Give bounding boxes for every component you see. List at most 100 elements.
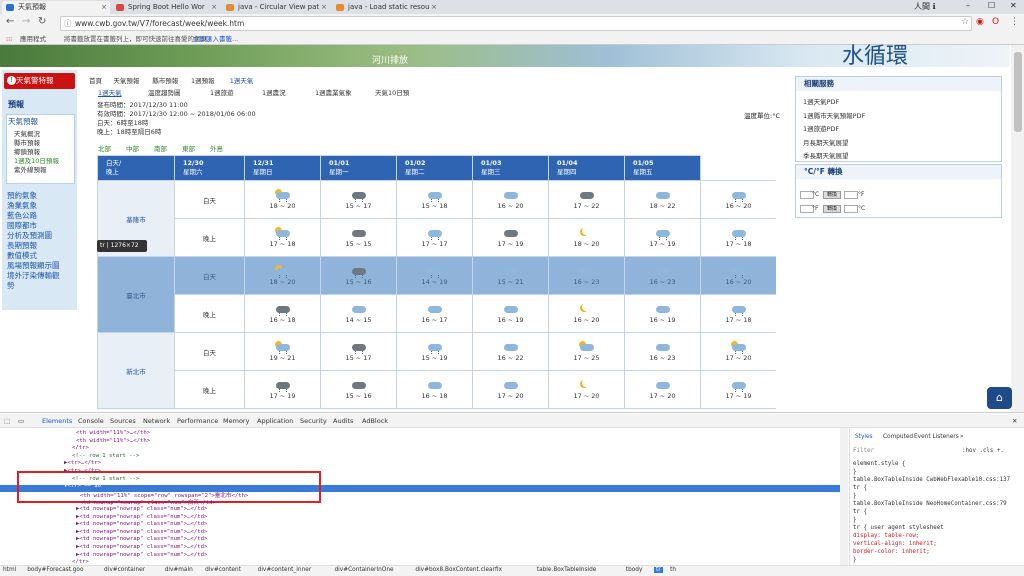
dom-node-line[interactable]: <!-- row 1 start --> <box>72 453 139 459</box>
forecast-cell[interactable]: 15 ~ 17 <box>320 332 397 371</box>
sidebar-link[interactable]: 境外汙染傳輸觀 <box>7 270 60 281</box>
region-tab[interactable]: 北部 <box>98 143 111 153</box>
forecast-cell[interactable]: 16 ~ 23 <box>548 256 625 295</box>
page-scrollbar-thumb[interactable] <box>1014 52 1022 132</box>
profile-label[interactable]: 人間 ℹ <box>914 1 936 12</box>
forecast-cell[interactable]: 15 ~ 17 <box>320 180 397 219</box>
dom-node-line[interactable]: ▶<tr>…</tr> <box>64 460 101 466</box>
devtools-tab[interactable]: Audits <box>333 417 353 425</box>
devtools-crumb[interactable]: body#Forecast.goo <box>27 567 83 573</box>
forecast-cell[interactable]: 17 ~ 18 <box>700 218 776 257</box>
breadcrumb-item[interactable]: 首頁 <box>89 75 102 85</box>
forecast-cell[interactable]: 17 ~ 22 <box>548 180 625 219</box>
devtools-crumb[interactable]: tr <box>654 567 663 573</box>
tab-close-icon[interactable]: × <box>431 1 437 13</box>
service-link[interactable]: 月長期天氣展望 <box>803 137 849 147</box>
devtools-tab[interactable]: Elements <box>42 417 72 425</box>
service-link[interactable]: 1週縣市天氣預報PDF <box>803 110 865 120</box>
convert-c-button[interactable]: 轉換 <box>823 191 841 199</box>
reload-icon[interactable]: ↻ <box>38 16 46 27</box>
apps-label[interactable]: 應用程式 <box>20 33 46 45</box>
forecast-cell[interactable]: 16 ~ 20 <box>548 294 625 333</box>
devtools-tab[interactable]: Security <box>300 417 327 425</box>
dom-node-line[interactable]: ▶<td nowrap="nowrap" class="num">…</td> <box>76 529 207 535</box>
forecast-cell[interactable]: 15 ~ 21 <box>472 256 549 295</box>
forecast-cell[interactable]: 16 ~ 18 <box>244 294 321 333</box>
forecast-cell[interactable]: 16 ~ 20 <box>700 180 776 219</box>
forecast-cell[interactable]: 16 ~ 17 <box>396 294 473 333</box>
sidebar-link-forecast[interactable]: 天氣預報 <box>8 116 38 127</box>
styles-filter-options[interactable]: :hov .cls +. <box>962 448 1004 454</box>
service-link[interactable]: 1週天氣PDF <box>803 96 839 106</box>
dom-node-line[interactable]: <th width="11%">…</th> <box>76 438 150 444</box>
tab-1[interactable]: Spring Boot Hello Wor × <box>112 1 220 14</box>
apps-icon[interactable]: ⁝⁝⁝ <box>6 33 12 45</box>
devtools-tab[interactable]: Application <box>257 417 293 425</box>
forecast-cell[interactable]: 17 ~ 25 <box>548 332 625 371</box>
devtools-crumb[interactable]: div#container <box>104 567 145 573</box>
forecast-cell[interactable]: 14 ~ 15 <box>320 294 397 333</box>
forecast-cell[interactable]: 15 ~ 16 <box>320 370 397 409</box>
forecast-cell[interactable]: 15 ~ 16 <box>320 256 397 295</box>
forecast-cell[interactable]: 17 ~ 20 <box>472 370 549 409</box>
breadcrumb-item[interactable]: 1週天氣 <box>230 75 254 85</box>
styles-filter[interactable]: Filter <box>853 448 874 454</box>
dom-node-line[interactable]: </tr> <box>72 559 89 565</box>
devtools-crumb[interactable]: div#ContainerInOne <box>335 567 394 573</box>
address-input[interactable]: ⓘ www.cwb.gov.tw/V7/forecast/week/week.h… <box>60 16 972 31</box>
forecast-cell[interactable]: 17 ~ 19 <box>624 218 701 257</box>
forecast-cell[interactable]: 17 ~ 18 <box>700 294 776 333</box>
forecast-cell[interactable]: 17 ~ 19 <box>244 370 321 409</box>
forecast-cell[interactable]: 17 ~ 19 <box>472 218 549 257</box>
dom-node-line[interactable]: ▶<td nowrap="nowrap" class="num">…</td> <box>76 514 207 520</box>
styles-tab[interactable]: Styles <box>855 434 873 440</box>
forecast-cell[interactable]: 17 ~ 19 <box>700 370 776 409</box>
subnav-item[interactable]: 1週農況 <box>262 87 286 97</box>
tab-close-icon[interactable]: × <box>321 1 327 13</box>
dom-node-line[interactable]: ▶<td nowrap="nowrap" class="num">…</td> <box>76 536 207 542</box>
forecast-cell[interactable]: 16 ~ 19 <box>624 294 701 333</box>
forecast-cell[interactable]: 17 ~ 18 <box>244 218 321 257</box>
forecast-cell[interactable]: 18 ~ 22 <box>624 180 701 219</box>
devtools-tab[interactable]: Network <box>143 417 170 425</box>
devtools-tab[interactable]: Performance <box>177 417 218 425</box>
forecast-cell[interactable]: 16 ~ 20 <box>700 256 776 295</box>
devtools-crumb[interactable]: tbody <box>626 567 643 573</box>
styles-tab[interactable]: » <box>960 434 964 440</box>
breadcrumb-item[interactable]: 1週預報 <box>191 75 215 85</box>
dom-node-line[interactable]: ▶<tr>…</tr> <box>64 468 101 474</box>
maximize-icon[interactable]: ☐ <box>988 1 995 10</box>
subnav-item[interactable]: 1週天氣 <box>98 87 122 97</box>
adblock-icon[interactable]: ◉ <box>976 17 984 27</box>
back-to-top-button[interactable]: ⌂ <box>987 387 1012 409</box>
breadcrumb-item[interactable]: 縣市預報 <box>152 75 178 85</box>
close-icon[interactable]: ✕ <box>1010 1 1017 10</box>
forecast-cell[interactable]: 17 ~ 17 <box>396 218 473 257</box>
region-tab[interactable]: 外島 <box>210 143 223 153</box>
inspect-icon[interactable]: ⬚ <box>4 417 10 425</box>
info-icon[interactable]: ⓘ <box>64 17 72 30</box>
star-icon[interactable]: ☆ <box>961 17 969 27</box>
dom-node-line[interactable]: <th width="11%">…</th> <box>76 430 150 436</box>
dom-node-line[interactable]: ▶<td nowrap="nowrap" class="num">…</td> <box>76 506 207 512</box>
devtools-crumb[interactable]: div#box8.BoxContent.clearfix <box>415 567 502 573</box>
styles-tab[interactable]: Computed <box>883 434 913 440</box>
forecast-cell[interactable]: 17 ~ 20 <box>624 370 701 409</box>
forecast-cell[interactable]: 14 ~ 19 <box>396 256 473 295</box>
fahrenheit-output[interactable] <box>844 191 858 199</box>
forecast-cell[interactable]: 15 ~ 19 <box>396 332 473 371</box>
region-tab[interactable]: 南部 <box>154 143 167 153</box>
subnav-item[interactable]: 天氣10日預 <box>375 87 409 97</box>
tab-2[interactable]: java - Circular View pat × <box>222 1 330 14</box>
dom-node-line[interactable]: ▶<td nowrap="nowrap" class="num">…</td> <box>76 521 207 527</box>
opera-icon[interactable]: O <box>992 17 999 27</box>
dom-node-line[interactable]: ▼<tr> == $0 <box>64 483 101 489</box>
forecast-cell[interactable]: 16 ~ 20 <box>472 180 549 219</box>
devtools-tab[interactable]: Sources <box>110 417 136 425</box>
forecast-cell[interactable]: 16 ~ 23 <box>624 256 701 295</box>
subnav-item[interactable]: 溫度趨勢圖 <box>148 87 181 97</box>
forward-icon[interactable]: → <box>22 16 30 27</box>
warning-button[interactable]: 天氣警特報 <box>4 73 75 89</box>
menu-icon[interactable]: ⋮ <box>1010 17 1019 27</box>
tab-close-icon[interactable]: × <box>101 1 107 13</box>
